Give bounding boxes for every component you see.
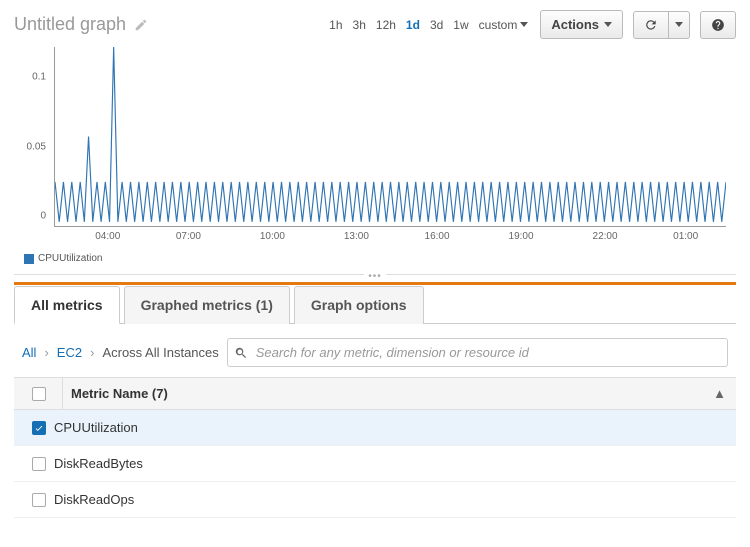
- tab-graph-options[interactable]: Graph options: [294, 286, 424, 324]
- x-tick: 16:00: [425, 231, 450, 242]
- range-1w[interactable]: 1w: [453, 18, 468, 32]
- drag-handle-icon: •••: [364, 271, 386, 282]
- help-button[interactable]: [700, 11, 736, 39]
- table-header: Metric Name (7) ▲: [14, 378, 736, 410]
- help-icon: [711, 18, 725, 32]
- table-row[interactable]: DiskReadBytes: [14, 446, 736, 482]
- caret-down-icon: [520, 22, 528, 27]
- x-tick: 22:00: [593, 231, 618, 242]
- chart: 0 0.05 0.1 04:00 07:00 10:00 13:00 16:00…: [14, 47, 726, 247]
- y-tick: 0.1: [32, 72, 46, 83]
- breadcrumb-current: Across All Instances: [102, 345, 218, 360]
- time-range-selector: 1h 3h 12h 1d 3d 1w custom: [329, 18, 528, 32]
- y-tick: 0.05: [27, 141, 46, 152]
- x-tick: 01:00: [673, 231, 698, 242]
- check-icon: [34, 423, 44, 433]
- legend-swatch: [24, 254, 34, 264]
- x-tick: 07:00: [176, 231, 201, 242]
- column-header-metric-name[interactable]: Metric Name (7): [71, 386, 168, 401]
- row-checkbox[interactable]: [32, 493, 46, 507]
- range-12h[interactable]: 12h: [376, 18, 396, 32]
- chart-line: [55, 47, 726, 226]
- breadcrumb-ec2[interactable]: EC2: [57, 345, 82, 360]
- plot-area[interactable]: [54, 47, 726, 227]
- tab-graphed-metrics[interactable]: Graphed metrics (1): [124, 286, 290, 324]
- actions-button[interactable]: Actions: [540, 10, 623, 39]
- range-3h[interactable]: 3h: [353, 18, 366, 32]
- search-icon: [234, 346, 248, 360]
- metric-name-cell: DiskReadBytes: [54, 456, 726, 471]
- table-row[interactable]: CPUUtilization: [14, 410, 736, 446]
- breadcrumb-all[interactable]: All: [22, 345, 36, 360]
- table-row[interactable]: DiskReadOps: [14, 482, 736, 518]
- tabs: All metrics Graphed metrics (1) Graph op…: [14, 282, 736, 324]
- x-axis: 04:00 07:00 10:00 13:00 16:00 19:00 22:0…: [54, 229, 726, 247]
- range-1h[interactable]: 1h: [329, 18, 342, 32]
- range-3d[interactable]: 3d: [430, 18, 443, 32]
- x-tick: 04:00: [95, 231, 120, 242]
- caret-down-icon: [604, 22, 612, 27]
- search-input[interactable]: [227, 338, 728, 367]
- edit-title-icon[interactable]: [134, 18, 148, 32]
- caret-down-icon: [675, 22, 683, 27]
- range-1d[interactable]: 1d: [406, 18, 420, 32]
- x-tick: 10:00: [260, 231, 285, 242]
- chevron-right-icon: ›: [44, 345, 48, 360]
- select-all-checkbox[interactable]: [32, 387, 46, 401]
- header: Untitled graph 1h 3h 12h 1d 3d 1w custom…: [14, 10, 736, 39]
- refresh-icon: [644, 18, 658, 32]
- range-custom[interactable]: custom: [479, 18, 529, 32]
- row-checkbox[interactable]: [32, 457, 46, 471]
- tab-all-metrics[interactable]: All metrics: [14, 286, 120, 324]
- y-tick: 0: [40, 211, 46, 222]
- sort-asc-icon[interactable]: ▲: [713, 386, 726, 401]
- resize-handle[interactable]: •••: [14, 274, 736, 282]
- metric-name-cell: DiskReadOps: [54, 492, 726, 507]
- chart-legend: CPUUtilization: [24, 253, 736, 264]
- metric-name-cell: CPUUtilization: [54, 420, 726, 435]
- refresh-button[interactable]: [633, 11, 669, 39]
- row-checkbox[interactable]: [32, 421, 46, 435]
- x-tick: 19:00: [509, 231, 534, 242]
- page-title: Untitled graph: [14, 14, 126, 35]
- chevron-right-icon: ›: [90, 345, 94, 360]
- legend-label: CPUUtilization: [38, 253, 102, 264]
- breadcrumb-row: All › EC2 › Across All Instances: [14, 324, 736, 378]
- refresh-options-button[interactable]: [669, 11, 690, 39]
- x-tick: 13:00: [344, 231, 369, 242]
- y-axis: 0 0.05 0.1: [14, 47, 50, 227]
